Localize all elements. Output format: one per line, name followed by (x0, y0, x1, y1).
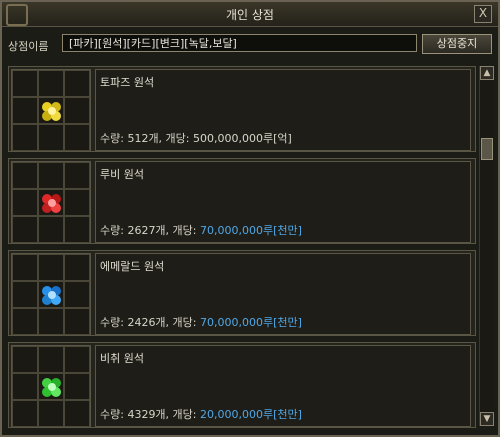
shop-name-field[interactable]: [파카][원석][카드][변크][녹달,보달] (62, 34, 417, 52)
topaz-gem-icon[interactable] (39, 98, 65, 124)
item-info: 비취 원석 수량: 4329개, 개당: 20,000,000루[천만] (95, 345, 471, 427)
item-price: 70,000,000루[천만] (200, 224, 302, 237)
item-row[interactable]: 비취 원석 수량: 4329개, 개당: 20,000,000루[천만] (8, 342, 476, 428)
item-qty: 수량: 2426개, 개당: (100, 316, 200, 329)
item-price: 70,000,000루[천만] (200, 316, 302, 329)
close-button[interactable]: X (474, 5, 492, 23)
item-name: 토파즈 원석 (100, 76, 155, 89)
item-slot-grid (11, 345, 91, 427)
scroll-up-button[interactable]: ▲ (480, 66, 494, 80)
scroll-thumb[interactable] (481, 138, 493, 160)
item-price-line: 수량: 512개, 개당: 500,000,000루[억] (100, 130, 292, 146)
item-qty: 수량: 512개, 개당: (100, 132, 193, 145)
shop-name-bar: 상점이름 [파카][원석][카드][변크][녹달,보달] 상점중지 (6, 32, 496, 58)
item-qty: 수량: 4329개, 개당: (100, 408, 200, 421)
shop-window: 개인 상점 X 상점이름 [파카][원석][카드][변크][녹달,보달] 상점중… (0, 0, 500, 437)
item-slot-grid (11, 161, 91, 243)
item-name: 비취 원석 (100, 352, 144, 365)
jade-gem-icon[interactable] (39, 374, 65, 400)
item-row[interactable]: 에메랄드 원석 수량: 2426개, 개당: 70,000,000루[천만] (8, 250, 476, 336)
item-qty: 수량: 2627개, 개당: (100, 224, 200, 237)
item-price: 20,000,000루[천만] (200, 408, 302, 421)
item-name: 루비 원석 (100, 168, 144, 181)
item-list: 토파즈 원석 수량: 512개, 개당: 500,000,000루[억] 루비 … (8, 66, 476, 432)
item-list-scrollbar[interactable]: ▲ ▼ (479, 66, 494, 426)
window-title: 개인 상점 (226, 8, 274, 22)
item-info: 토파즈 원석 수량: 512개, 개당: 500,000,000루[억] (95, 69, 471, 151)
item-name: 에메랄드 원석 (100, 260, 165, 273)
item-slot-grid (11, 253, 91, 335)
item-row[interactable]: 토파즈 원석 수량: 512개, 개당: 500,000,000루[억] (8, 66, 476, 152)
item-price-line: 수량: 2426개, 개당: 70,000,000루[천만] (100, 314, 302, 330)
item-slot-grid (11, 69, 91, 151)
shop-name-label: 상점이름 (8, 40, 49, 53)
ruby-gem-icon[interactable] (39, 190, 65, 216)
stop-shop-button[interactable]: 상점중지 (422, 34, 492, 54)
item-price: 500,000,000루[억] (193, 132, 292, 145)
item-price-line: 수량: 2627개, 개당: 70,000,000루[천만] (100, 222, 302, 238)
item-price-line: 수량: 4329개, 개당: 20,000,000루[천만] (100, 406, 302, 422)
item-info: 에메랄드 원석 수량: 2426개, 개당: 70,000,000루[천만] (95, 253, 471, 335)
sapphire-gem-icon[interactable] (39, 282, 65, 308)
scroll-down-button[interactable]: ▼ (480, 412, 494, 426)
item-row[interactable]: 루비 원석 수량: 2627개, 개당: 70,000,000루[천만] (8, 158, 476, 244)
title-bar[interactable]: 개인 상점 X (2, 2, 498, 27)
item-info: 루비 원석 수량: 2627개, 개당: 70,000,000루[천만] (95, 161, 471, 243)
